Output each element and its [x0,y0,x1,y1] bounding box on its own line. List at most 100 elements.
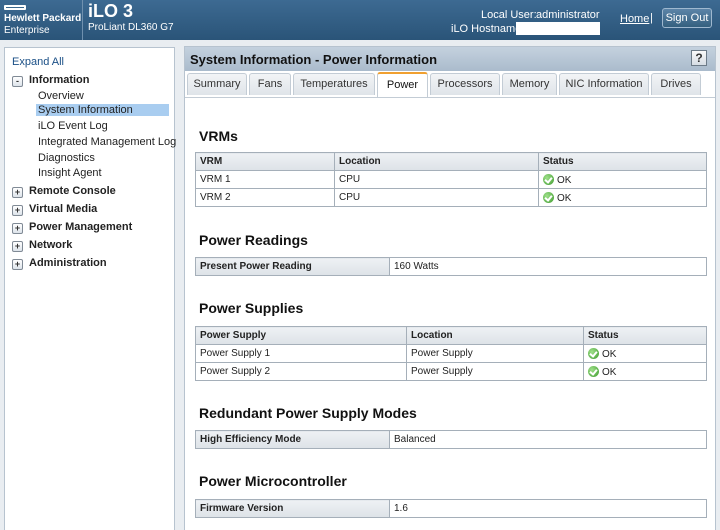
power-supply-status: OK [583,344,707,363]
power-supply-location: Power Supply [406,344,584,363]
power-supplies-table: Power Supply Location Status Power Suppl… [195,326,707,381]
table-row: VRM 2 CPU OK [195,188,707,207]
microcontroller-table: Firmware Version 1.6 [195,499,707,518]
power-supply-location: Power Supply [406,362,584,381]
table-row: Present Power Reading 160 Watts [195,257,707,276]
power-supplies-heading: Power Supplies [199,300,304,316]
redundancy-table: High Efficiency Mode Balanced [195,430,707,449]
status-text: OK [557,192,572,204]
vrms-table: VRM Location Status VRM 1 CPU OK VRM 2 C… [195,152,707,207]
nav-group-label: Remote Console [29,185,116,197]
hpe-logo: Hewlett Packard Enterprise [0,0,83,40]
header-separator: | [650,12,653,24]
nav-group-network[interactable]: + Network [12,239,72,252]
power-supply-status: OK [583,362,707,381]
present-power-reading-label: Present Power Reading [195,257,390,276]
tab-temperatures[interactable]: Temperatures [293,73,375,95]
power-supply-name: Power Supply 1 [195,344,407,363]
ok-status-icon [588,365,599,377]
high-efficiency-mode-label: High Efficiency Mode [195,430,390,449]
table-header-row: Power Supply Location Status [195,326,707,345]
product-title: iLO 3 [88,1,134,21]
table-row: VRM 1 CPU OK [195,170,707,189]
tab-summary[interactable]: Summary [187,73,247,95]
expand-icon[interactable]: + [12,241,23,252]
vrm-status: OK [538,188,707,207]
nav-group-label: Virtual Media [29,203,98,215]
content-panel: System Information - Power Information ?… [184,46,716,530]
tab-memory[interactable]: Memory [502,73,557,95]
present-power-reading-value: 160 Watts [389,257,707,276]
ok-status-icon [543,173,554,185]
local-user-value: administrator [536,9,600,21]
tab-power[interactable]: Power [377,72,428,97]
brand-line1: Hewlett Packard [4,13,82,24]
tab-strip: Summary Fans Temperatures Power Processo… [185,72,715,97]
tab-body-divider [185,97,715,98]
firmware-version-value: 1.6 [389,499,707,518]
column-header: Location [406,326,584,345]
nav-group-power-management[interactable]: + Power Management [12,221,132,234]
nav-group-virtual-media[interactable]: + Virtual Media [12,203,97,216]
nav-item-ilo-event-log[interactable]: iLO Event Log [38,120,108,132]
tab-nic-information[interactable]: NIC Information [559,73,649,95]
nav-group-information[interactable]: - Information [12,74,90,87]
nav-item-diagnostics[interactable]: Diagnostics [38,152,95,164]
firmware-version-label: Firmware Version [195,499,390,518]
collapse-icon[interactable]: - [12,76,23,87]
nav-group-label: Network [29,239,73,251]
microcontroller-heading: Power Microcontroller [199,473,347,489]
expand-icon[interactable]: + [12,187,23,198]
vrm-location: CPU [334,170,539,189]
tab-drives[interactable]: Drives [651,73,701,95]
hostname-label: iLO Hostname: [451,23,525,35]
nav-group-label: Power Management [29,221,133,233]
nav-group-remote-console[interactable]: + Remote Console [12,185,116,198]
local-user-label: Local User: [481,9,537,21]
expand-all-link[interactable]: Expand All [12,56,64,68]
nav-item-system-information[interactable]: System Information [36,104,169,116]
tab-processors[interactable]: Processors [430,73,500,95]
table-row: Power Supply 1 Power Supply OK [195,344,707,363]
power-supply-name: Power Supply 2 [195,362,407,381]
status-text: OK [602,348,617,360]
expand-icon[interactable]: + [12,205,23,216]
nav-group-administration[interactable]: + Administration [12,257,107,270]
status-text: OK [602,366,617,378]
table-row: High Efficiency Mode Balanced [195,430,707,449]
expand-icon[interactable]: + [12,259,23,270]
nav-group-label: Information [29,74,90,86]
column-header: VRM [195,152,335,171]
nav-item-integrated-management-log[interactable]: Integrated Management Log [38,136,176,148]
status-text: OK [557,174,572,186]
server-model: ProLiant DL360 G7 [88,22,174,33]
power-readings-table: Present Power Reading 160 Watts [195,257,707,276]
vrm-name: VRM 2 [195,188,335,207]
tab-fans[interactable]: Fans [249,73,291,95]
ok-status-icon [543,191,554,203]
brand-line2: Enterprise [4,25,50,36]
vrm-location: CPU [334,188,539,207]
expand-icon[interactable]: + [12,223,23,234]
help-icon[interactable]: ? [691,50,707,66]
top-header: Hewlett Packard Enterprise iLO 3 ProLian… [0,0,720,40]
table-row: Firmware Version 1.6 [195,499,707,518]
table-header-row: VRM Location Status [195,152,707,171]
vrm-name: VRM 1 [195,170,335,189]
vrm-status: OK [538,170,707,189]
nav-item-overview[interactable]: Overview [38,90,84,102]
vrms-heading: VRMs [199,128,238,144]
column-header: Status [538,152,707,171]
hpe-element-icon [4,5,26,10]
power-readings-heading: Power Readings [199,232,308,248]
table-row: Power Supply 2 Power Supply OK [195,362,707,381]
ok-status-icon [588,347,599,359]
high-efficiency-mode-value: Balanced [389,430,707,449]
home-link[interactable]: Home [620,13,649,25]
sign-out-button[interactable]: Sign Out [662,8,712,28]
nav-item-insight-agent[interactable]: Insight Agent [38,167,102,179]
navigation-tree: Expand All - Information Overview System … [4,47,176,530]
nav-group-label: Administration [29,257,107,269]
page-title: System Information - Power Information [190,52,438,67]
hostname-value [516,22,600,35]
